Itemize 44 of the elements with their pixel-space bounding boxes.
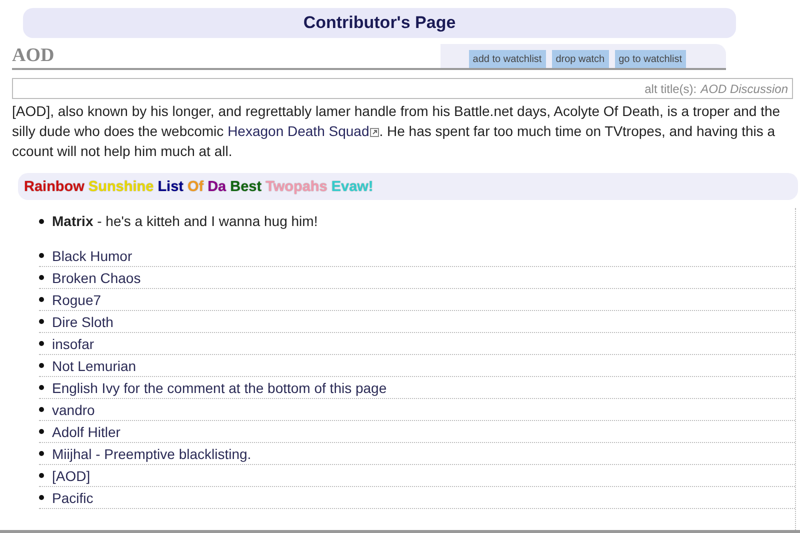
alt-title-value: AOD Discussion: [700, 82, 788, 96]
heading-word: Best: [230, 178, 262, 194]
bullet-icon: [39, 218, 44, 224]
bullet-icon: [39, 275, 44, 280]
list-item: Broken Chaos: [52, 270, 141, 286]
external-link-icon: [370, 128, 380, 137]
bullet-icon: [39, 407, 44, 412]
list-item: Dire Sloth: [52, 314, 114, 330]
heading-word: Of: [187, 178, 204, 194]
list-item: Rogue7: [52, 292, 102, 308]
watchlist-button[interactable]: drop watch: [552, 50, 609, 68]
heading-word: Sunshine: [88, 178, 154, 194]
bullet-icon: [39, 319, 44, 324]
bullet-icon: [39, 363, 44, 368]
list-item: Matrix - he's a kitteh and I wanna hug him!: [52, 213, 318, 229]
list-item: Black Humor: [52, 248, 132, 264]
heading-word: Rainbow: [24, 178, 84, 194]
bullet-icon: [39, 495, 44, 500]
bullet-icon: [39, 253, 44, 258]
list-item: [AOD]: [52, 468, 90, 484]
heading-word: Evaw!: [331, 178, 374, 194]
heading-word: List: [158, 178, 184, 194]
page-title: Contributor's Page: [303, 13, 456, 33]
list-item: Not Lemurian: [52, 358, 136, 374]
intro-paragraph: [AOD], also known by his longer, and regrettably lamer handle from his Battle.net days, Acolyte Of Death, is a troper and the silly dude who does the webcomic Hexagon Death Squad . He has spent far too much time on TVtropes, and having this account will not help him much at all.: [12, 102, 782, 161]
bullet-icon: [39, 451, 44, 456]
watchlist-button[interactable]: add to watchlist: [468, 50, 546, 68]
bullet-icon: [39, 473, 44, 478]
heading-word: Twopahs: [266, 178, 328, 194]
webcomic-link[interactable]: Hexagon Death Squad: [228, 123, 380, 139]
list-item: Miijhal - Preemptive blacklisting.: [52, 446, 252, 462]
list-item: English Ivy for the comment at the bottom of this page: [52, 380, 387, 396]
bullet-icon: [39, 297, 44, 302]
list-item: Adolf Hitler: [52, 424, 120, 440]
bullet-icon: [39, 429, 44, 434]
alt-title-label: alt title(s):: [644, 82, 697, 96]
list-item: Pacific: [52, 490, 94, 506]
bullet-icon: [39, 385, 44, 390]
heading-word: Da: [208, 178, 226, 194]
list-item: insofar: [52, 336, 94, 352]
bullet-icon: [39, 341, 44, 346]
list-item: vandro: [52, 402, 95, 418]
article-title: AOD: [12, 45, 54, 67]
watchlist-button[interactable]: go to watchlist: [614, 50, 686, 68]
